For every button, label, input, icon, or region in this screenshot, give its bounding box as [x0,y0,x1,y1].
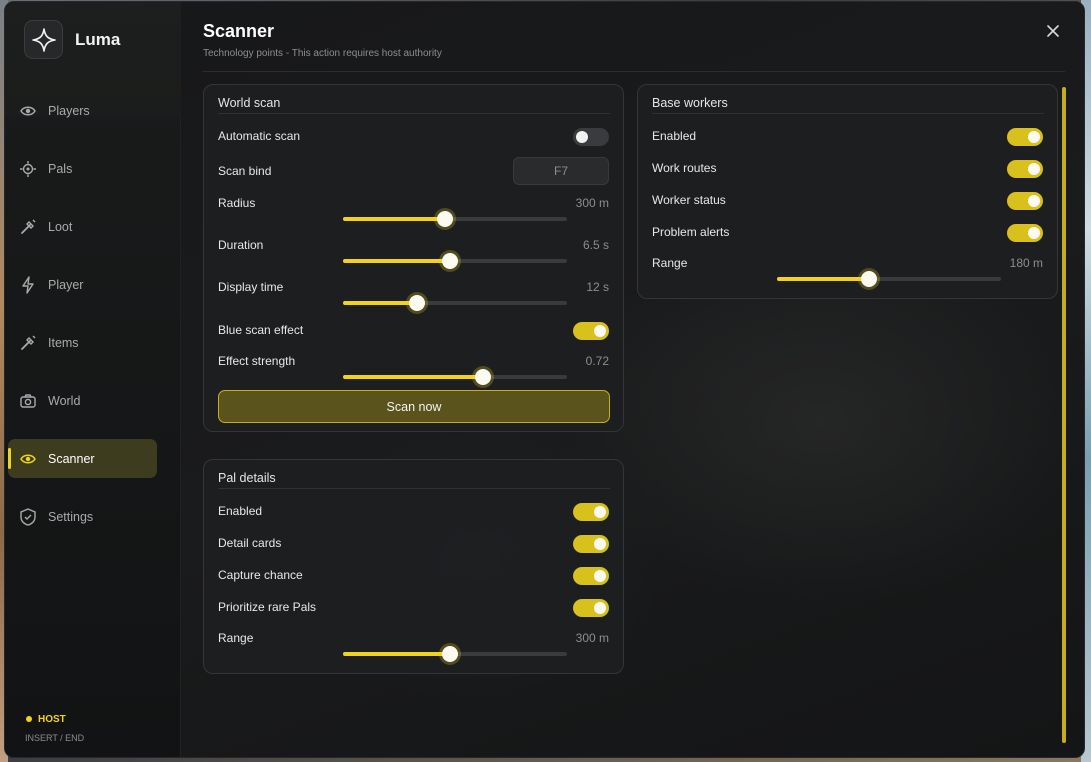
sidebar-item-items[interactable]: Items [8,323,157,362]
worker-status-label: Worker status [652,193,726,207]
card-title: Pal details [218,471,276,485]
sidebar-item-player[interactable]: Player [8,265,157,304]
pal-enabled-label: Enabled [218,504,263,518]
workers-range-label: Range [652,256,688,270]
radius-value: 300 m [575,196,609,210]
detail-cards-toggle[interactable] [573,535,609,553]
capture-chance-toggle[interactable] [573,567,609,585]
blue-scan-effect-label: Blue scan effect [218,323,304,337]
worker-status-toggle[interactable] [1007,192,1043,210]
app-name: Luma [75,30,121,49]
wand-icon [19,218,37,236]
work-routes-label: Work routes [652,161,717,175]
slider-thumb[interactable] [408,295,425,311]
problem-alerts-toggle[interactable] [1007,224,1043,242]
bolt-icon [19,275,37,294]
problem-alerts-label: Problem alerts [652,225,730,239]
eye-icon [19,102,37,120]
card-title: Base workers [652,96,728,110]
card-title: World scan [218,96,281,110]
slider-thumb[interactable] [860,271,877,287]
radius-slider[interactable] [343,211,567,227]
hotkeys-hint: INSERT / END [25,733,85,743]
logo [24,20,63,59]
scrollbar[interactable] [1062,87,1066,743]
world-scan-card: World scan Automatic scan Scan bind F7 R… [203,84,624,432]
slider-thumb[interactable] [475,369,491,385]
sidebar-item-label: Items [48,335,79,350]
prioritize-rare-toggle[interactable] [573,599,609,617]
display-time-label: Display time [218,280,284,294]
sidebar-item-settings[interactable]: Settings [8,497,157,536]
header-divider [203,71,1065,72]
detail-cards-label: Detail cards [218,536,282,550]
slider-thumb[interactable] [442,253,459,269]
sidebar-item-label: World [48,393,81,408]
sidebar-item-pals[interactable]: Pals [8,149,157,188]
app-window: Luma Players Pals Loot Player Items Worl… [4,1,1085,758]
sidebar-item-players[interactable]: Players [8,91,157,130]
capture-chance-label: Capture chance [218,568,303,582]
duration-slider[interactable] [343,253,567,269]
sidebar-item-label: Pals [48,161,73,176]
pal-enabled-toggle[interactable] [573,503,609,521]
duration-label: Duration [218,238,264,252]
workers-range-value: 180 m [1009,256,1043,270]
scan-bind-field[interactable]: F7 [513,157,609,185]
scan-bind-label: Scan bind [218,164,272,178]
effect-strength-value: 0.72 [585,354,609,368]
workers-range-slider[interactable] [777,271,1001,287]
sidebar-item-label: Settings [48,509,94,524]
sidebar-item-scanner[interactable]: Scanner [8,439,157,478]
host-status-dot [26,716,32,722]
effect-strength-label: Effect strength [218,354,296,368]
close-button[interactable] [1043,21,1063,41]
display-time-value: 12 s [586,280,609,294]
pal-range-slider[interactable] [343,646,567,662]
slider-thumb[interactable] [442,646,459,662]
slider-thumb[interactable] [436,211,453,227]
page-title: Scanner [203,21,275,41]
camera-icon [19,392,37,410]
wand-icon [19,334,37,352]
display-time-slider[interactable] [343,295,567,311]
base-workers-card: Base workers Enabled Work routes Worker … [637,84,1058,299]
shield-icon [19,507,37,526]
automatic-scan-label: Automatic scan [218,129,301,143]
sidebar-item-label: Loot [48,219,73,234]
sidebar-item-loot[interactable]: Loot [8,207,157,246]
sparkle-icon [31,27,56,52]
host-status: HOST [38,714,66,725]
close-icon [1047,25,1059,37]
sidebar: Luma Players Pals Loot Player Items Worl… [5,2,181,757]
sidebar-item-world[interactable]: World [8,381,157,420]
blue-scan-effect-toggle[interactable] [573,322,609,340]
radius-label: Radius [218,196,256,210]
target-icon [19,160,37,178]
duration-value: 6.5 s [582,238,609,252]
sidebar-item-label: Players [48,103,90,118]
pal-details-card: Pal details Enabled Detail cards Capture… [203,459,624,674]
page-subtitle: Technology points - This action requires… [203,48,442,59]
effect-strength-slider[interactable] [343,369,567,385]
scan-now-button[interactable]: Scan now [218,390,610,423]
sidebar-item-label: Scanner [48,451,95,466]
workers-enabled-toggle[interactable] [1007,128,1043,146]
pal-range-label: Range [218,631,254,645]
work-routes-toggle[interactable] [1007,160,1043,178]
eye-icon [19,450,37,468]
sidebar-item-label: Player [48,277,84,292]
prioritize-rare-label: Prioritize rare Pals [218,600,317,614]
workers-enabled-label: Enabled [652,129,697,143]
pal-range-value: 300 m [575,631,609,645]
automatic-scan-toggle[interactable] [573,128,609,146]
